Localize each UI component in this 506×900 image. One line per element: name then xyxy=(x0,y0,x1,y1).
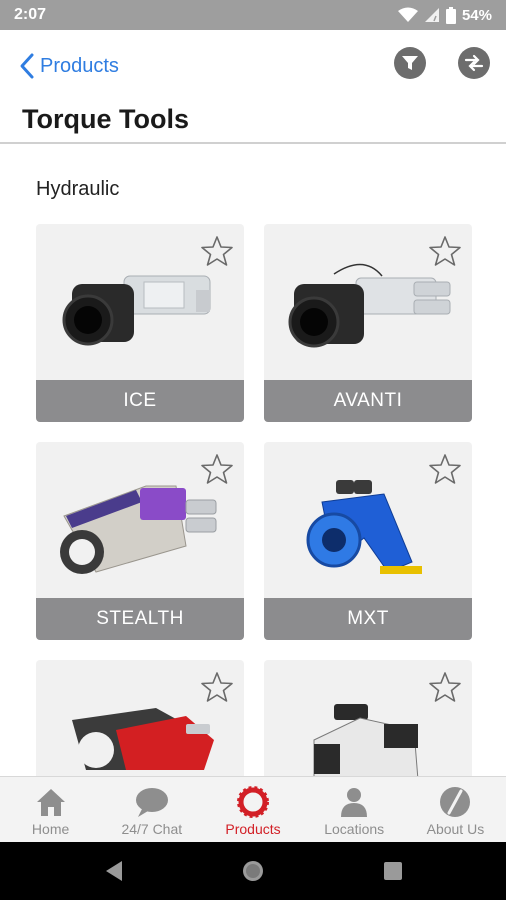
tab-about[interactable]: About Us xyxy=(405,777,506,842)
product-card-stealth[interactable]: STEALTH xyxy=(36,442,244,640)
tab-chat[interactable]: 24/7 Chat xyxy=(101,777,202,842)
tab-chat-label: 24/7 Chat xyxy=(121,821,183,837)
favorite-star-icon[interactable] xyxy=(200,234,234,268)
section-title: Hydraulic xyxy=(36,178,120,200)
about-icon xyxy=(440,787,471,817)
product-card-mxt[interactable]: MXT xyxy=(264,442,472,640)
status-time: 2:07 xyxy=(14,6,47,23)
bottom-tab-bar: Home 24/7 Chat Products Locations About … xyxy=(0,776,506,842)
chevron-left-icon xyxy=(20,53,34,79)
product-card-avanti[interactable]: AVANTI xyxy=(264,224,472,422)
product-label: AVANTI xyxy=(264,380,472,422)
tab-locations-label: Locations xyxy=(324,821,385,837)
tab-products[interactable]: Products xyxy=(202,777,303,842)
battery-icon xyxy=(445,6,456,24)
app-screen: 2:07 54% Products Torque Tools Hydraulic xyxy=(0,0,506,900)
product-list[interactable]: Hydraulic ICE AVANTI STEALTH MXT xyxy=(0,146,506,776)
tab-locations[interactable]: Locations xyxy=(304,777,405,842)
system-nav-bar xyxy=(0,842,506,900)
compare-arrows-icon xyxy=(464,54,484,72)
filter-icon xyxy=(402,56,418,70)
battery-percent: 54% xyxy=(461,6,492,24)
home-icon xyxy=(36,789,65,816)
product-label: ICE xyxy=(36,380,244,422)
product-card-ice[interactable]: ICE xyxy=(36,224,244,422)
tab-products-label: Products xyxy=(225,821,281,837)
status-icons: 54% xyxy=(397,6,492,24)
chat-icon xyxy=(135,788,168,817)
products-ring-icon xyxy=(237,786,269,818)
page-title: Torque Tools xyxy=(22,104,189,134)
product-label: MXT xyxy=(264,598,472,640)
recents-square-icon[interactable] xyxy=(381,859,405,883)
back-button[interactable]: Products xyxy=(18,52,119,80)
home-circle-icon[interactable] xyxy=(241,859,265,883)
product-label: STEALTH xyxy=(36,598,244,640)
back-label: Products xyxy=(40,54,119,77)
favorite-star-icon[interactable] xyxy=(428,452,462,486)
tab-home-label: Home xyxy=(31,821,70,837)
compare-button[interactable] xyxy=(458,47,490,79)
header: Products Torque Tools xyxy=(0,30,506,144)
product-card-6[interactable] xyxy=(264,660,472,776)
filter-button[interactable] xyxy=(394,47,426,79)
wifi-icon xyxy=(397,7,418,22)
signal-icon xyxy=(424,8,439,22)
favorite-star-icon[interactable] xyxy=(200,452,234,486)
tab-home[interactable]: Home xyxy=(0,777,101,842)
status-bar: 2:07 54% xyxy=(0,0,506,30)
favorite-star-icon[interactable] xyxy=(200,670,234,704)
back-triangle-icon[interactable] xyxy=(102,859,126,883)
tab-about-label: About Us xyxy=(426,821,485,837)
favorite-star-icon[interactable] xyxy=(428,234,462,268)
person-icon xyxy=(341,788,368,817)
product-card-5[interactable] xyxy=(36,660,244,776)
favorite-star-icon[interactable] xyxy=(428,670,462,704)
